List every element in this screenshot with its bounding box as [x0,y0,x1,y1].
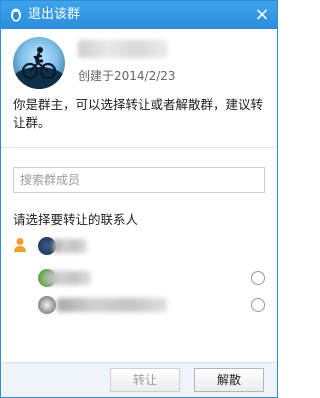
transfer-button[interactable]: 转让 [110,368,180,392]
title-bar[interactable]: 退出该群 × [1,1,277,29]
list-item[interactable] [1,233,277,259]
contact-name-redacted [45,271,91,285]
created-date: 创建于2014/2/23 [78,69,176,83]
contact-name-redacted [53,239,87,253]
select-radio[interactable] [251,271,265,285]
member-search-input[interactable] [13,167,265,193]
dialog-footer: 转让 解散 [1,362,277,397]
select-radio[interactable] [251,298,265,312]
divider [1,147,277,148]
group-name-redacted [78,40,168,58]
cyclist-avatar [13,47,65,89]
quit-group-dialog: 退出该群 × 创建于2014/2/23 你是群主，可以选择转让或者解散群，建议转… [0,0,278,398]
close-icon[interactable]: × [253,6,271,24]
dissolve-button[interactable]: 解散 [194,368,264,392]
select-contact-label: 请选择要转让的联系人 [13,212,139,227]
avatar [38,296,56,314]
qq-penguin-icon [11,8,21,22]
group-info: 创建于2014/2/23 [1,29,277,93]
window-title: 退出该群 [28,7,81,22]
owner-notice: 你是群主，可以选择转让或者解散群，建议转让群。 [13,97,264,130]
list-item[interactable] [1,265,277,291]
list-item[interactable] [1,292,277,318]
contact-name-redacted [57,298,167,312]
group-avatar [13,37,65,89]
